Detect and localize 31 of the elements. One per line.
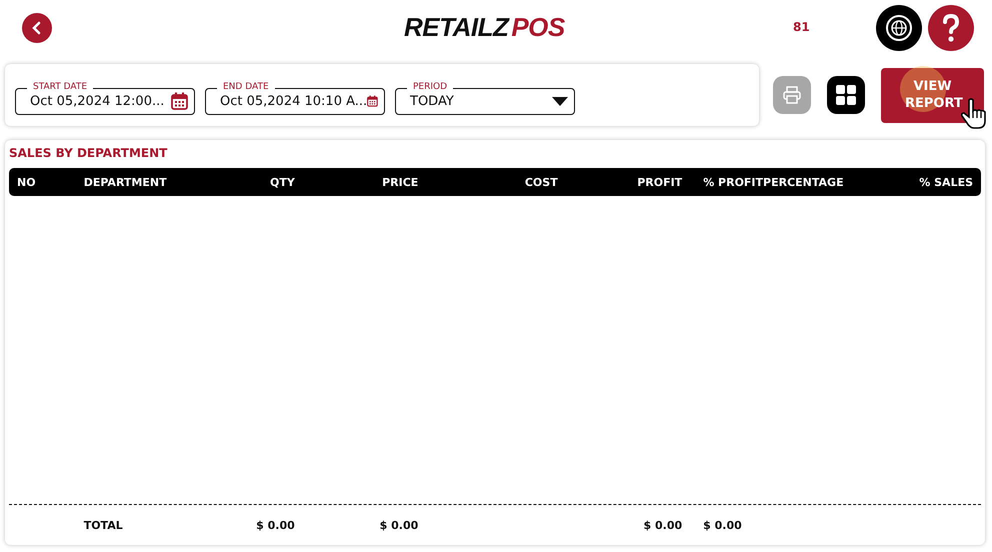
field-label: PERIOD [407, 82, 454, 92]
grid-view-button[interactable] [827, 76, 865, 114]
column-header: DEPARTMENT [84, 176, 167, 188]
column-header: PRICE [382, 176, 418, 188]
column-header: NO [17, 176, 36, 188]
hand-cursor-icon [961, 98, 987, 130]
total-value: $ 0.00 [380, 518, 418, 532]
counter-text: 81 [793, 20, 810, 34]
column-header: COST [524, 176, 558, 188]
total-value: $ 0.00 [256, 518, 295, 532]
logo-text: POS [511, 12, 565, 43]
support-globe-button[interactable] [876, 5, 922, 51]
total-label: TOTAL [84, 518, 123, 532]
column-header: QTY [270, 176, 295, 188]
back-button[interactable] [22, 13, 52, 43]
dropdown-caret-icon [552, 96, 568, 106]
field-label: START DATE [27, 82, 94, 92]
total-value: $ 0.00 [644, 518, 682, 532]
printer-icon [783, 86, 801, 104]
logo-text: RETAILZ [404, 12, 508, 43]
column-header: % SALES [919, 176, 974, 188]
calendar-icon [171, 92, 188, 110]
total-value: $ 0.00 [703, 518, 742, 532]
grid-icon [836, 85, 856, 105]
question-mark-icon [941, 13, 961, 43]
globe-icon [884, 13, 914, 43]
date-field[interactable]: Oct 05,2024 10:10 A... [205, 88, 385, 114]
report-title: SALES BY DEPARTMENT [9, 146, 168, 160]
column-header: % PROFITPERCENTAGE [703, 176, 844, 188]
column-header: PROFIT [637, 176, 682, 188]
help-button[interactable] [928, 5, 974, 51]
